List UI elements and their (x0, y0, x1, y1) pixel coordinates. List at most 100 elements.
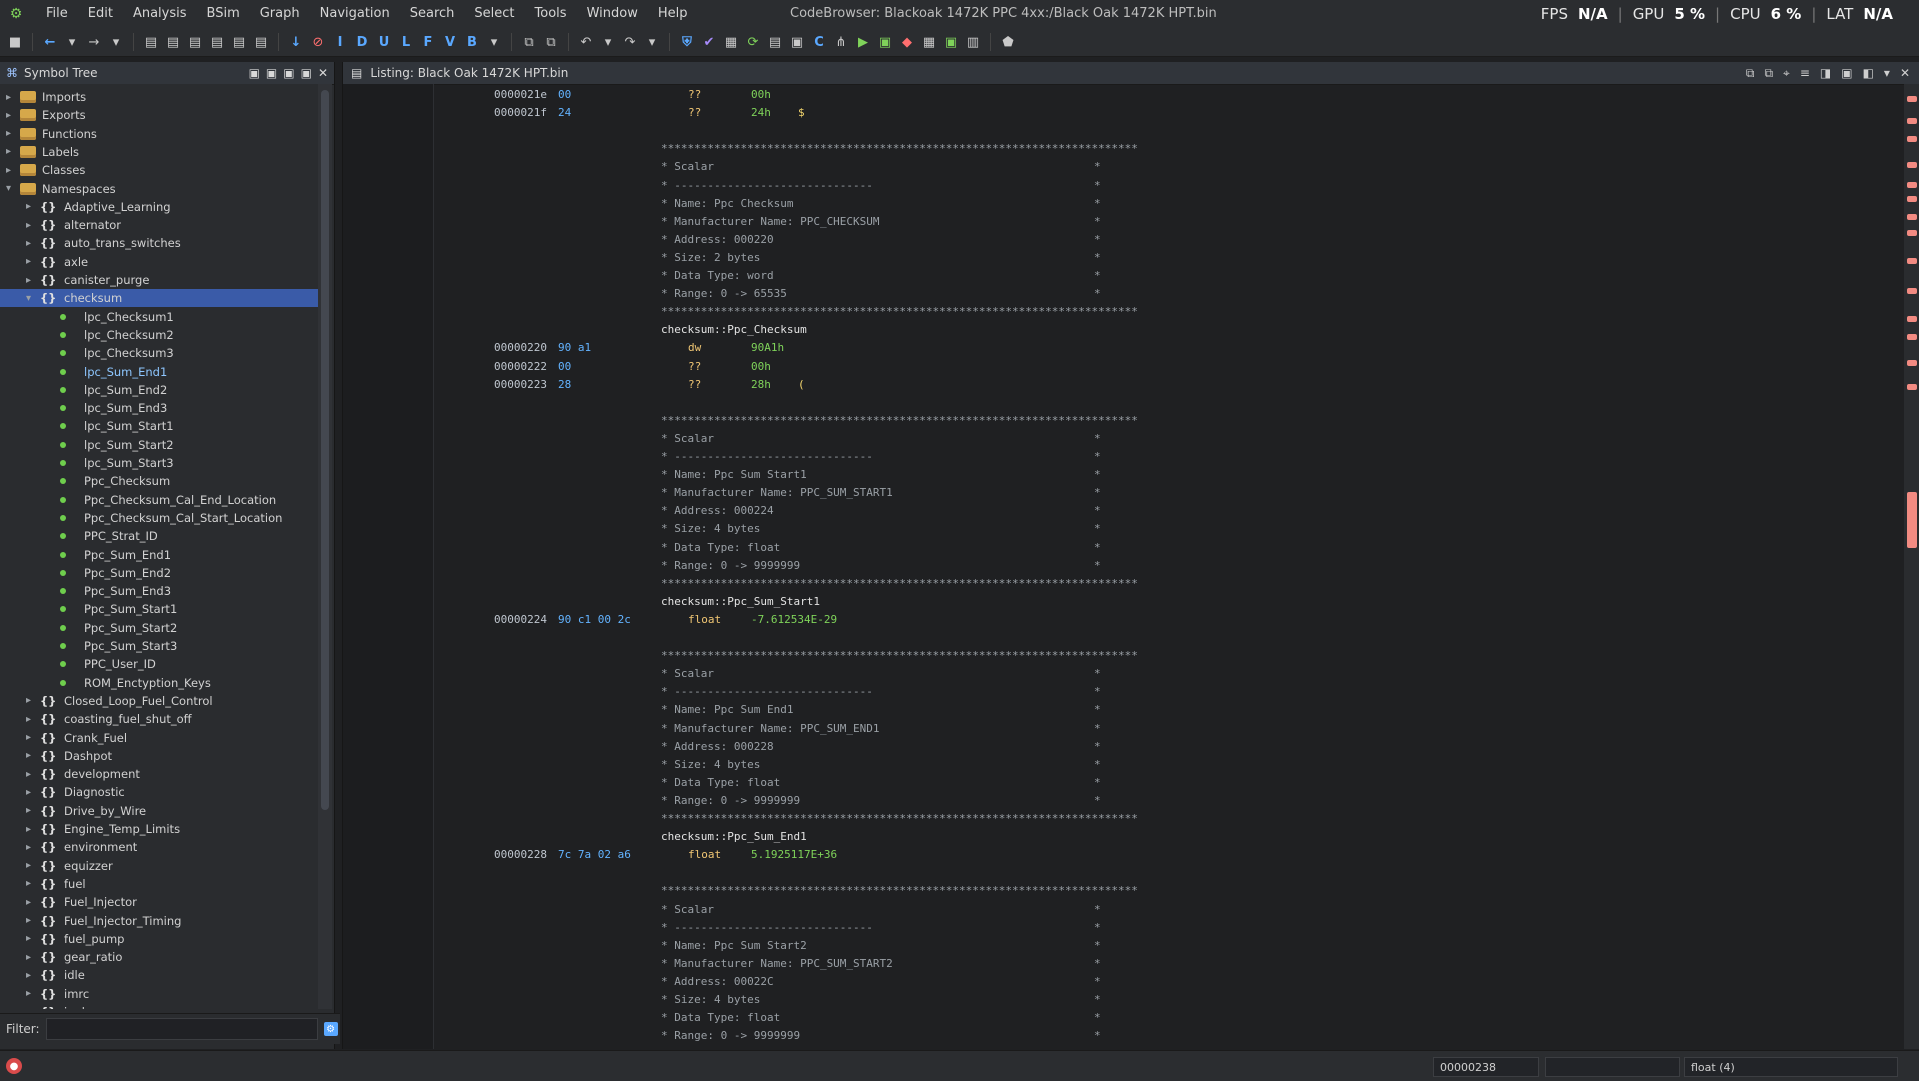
table-icon[interactable]: ▤ (766, 33, 784, 51)
symbol-tree-item[interactable]: ▸{} gear_ratio (0, 948, 318, 966)
chevron-right-icon[interactable]: ▸ (26, 1007, 38, 1010)
filter-input[interactable] (45, 1018, 318, 1040)
listing-line[interactable]: * Address: 00022C * (433, 973, 1903, 991)
listing-line[interactable]: checksum::Ppc_Sum_End1 (433, 828, 1903, 846)
listing-line[interactable]: * Address: 000224 * (433, 502, 1903, 520)
symbol-tree-item[interactable]: ▸{} Adaptive_Learning (0, 198, 318, 216)
status-icon[interactable]: ● (6, 1058, 22, 1074)
chevron-right-icon[interactable]: ▸ (26, 256, 38, 267)
listing-line[interactable] (433, 629, 1903, 647)
chevron-right-icon[interactable]: ▸ (26, 878, 38, 889)
scroll-marker[interactable] (1907, 162, 1917, 168)
chevron-right-icon[interactable]: ▸ (26, 769, 38, 780)
listing-line[interactable]: 0000021e 00?? 00h (433, 86, 1903, 104)
listing-line[interactable]: ****************************************… (433, 575, 1903, 593)
close-icon[interactable]: ✕ (318, 66, 328, 80)
symbol-tree-item[interactable]: ▸{} fuel (0, 875, 318, 893)
listing-line[interactable]: ****************************************… (433, 810, 1903, 828)
chevron-right-icon[interactable]: ▸ (26, 988, 38, 999)
listing-line[interactable]: * Range: 0 -> 65535 * (433, 285, 1903, 303)
diamond-icon[interactable]: ◆ (898, 33, 916, 51)
symbol-tree-leaf[interactable]: Ppc_Checksum_Cal_End_Location (0, 491, 318, 509)
symbol-tree-item[interactable]: ▸{} Drive_by_Wire (0, 802, 318, 820)
chevron-right-icon[interactable]: ▸ (26, 275, 38, 286)
snapshot-icon[interactable]: ▣ (1841, 66, 1852, 81)
symbol-tree-item[interactable]: ▸ Imports (0, 88, 318, 106)
chevron-right-icon[interactable]: ▸ (6, 110, 18, 121)
scroll-marker[interactable] (1907, 182, 1917, 188)
listing-line[interactable]: * ------------------------------ * (433, 177, 1903, 195)
symbol-tree-leaf[interactable]: Ppc_Checksum_Cal_Start_Location (0, 509, 318, 527)
undo-icon[interactable]: ↶ (577, 33, 595, 51)
script-icon[interactable]: ▣ (876, 33, 894, 51)
back-arrow-icon[interactable]: ← (41, 33, 59, 51)
grid-icon[interactable]: ▦ (722, 33, 740, 51)
symbol-tree-leaf[interactable]: Ppc_Sum_Start2 (0, 619, 318, 637)
listing-line[interactable]: 00000223 28?? 28h ( (433, 376, 1903, 394)
symbol-tree-leaf[interactable]: Ppc_Sum_End1 (0, 546, 318, 564)
chevron-down-icon[interactable]: ▾ (63, 33, 81, 51)
listing-line[interactable]: ****************************************… (433, 647, 1903, 665)
listing-label[interactable]: checksum::Ppc_Sum_End1 (661, 828, 807, 846)
listing-line[interactable]: checksum::Ppc_Checksum (433, 321, 1903, 339)
chevron-right-icon[interactable]: ▸ (6, 128, 18, 139)
copy-icon[interactable]: ⧉ (1746, 66, 1755, 81)
chevron-right-icon[interactable]: ▸ (26, 860, 38, 871)
listing-line[interactable]: * Scalar * (433, 430, 1903, 448)
symbol-tree-item[interactable]: ▸{} alternator (0, 216, 318, 234)
shield-icon[interactable]: ⛨ (678, 33, 696, 51)
listing-line[interactable]: * Manufacturer Name: PPC_SUM_END1 * (433, 720, 1903, 738)
toolbar-letter-d[interactable]: D (353, 33, 371, 51)
check-icon[interactable]: ✔ (700, 33, 718, 51)
scrollbar-thumb[interactable] (321, 90, 329, 810)
chevron-right-icon[interactable]: ▸ (26, 824, 38, 835)
symbol-tree-item[interactable]: ▸ Labels (0, 143, 318, 161)
chevron-down-icon[interactable]: ▾ (643, 33, 661, 51)
chevron-right-icon[interactable]: ▸ (26, 970, 38, 981)
plugin-icon[interactable]: ⬟ (999, 33, 1017, 51)
listing-line[interactable]: * Range: 0 -> 9999999 * (433, 557, 1903, 575)
toggle-icon[interactable]: ◨ (1820, 66, 1831, 81)
redo-icon[interactable]: ↷ (621, 33, 639, 51)
menu-item[interactable]: Tools (525, 0, 577, 28)
symbol-tree-item[interactable]: ▸ Functions (0, 125, 318, 143)
symbol-tree-item[interactable]: ▸{} idle (0, 966, 318, 984)
new-namespace-icon[interactable]: ▣ (249, 66, 260, 80)
symbol-tree-leaf[interactable]: lpc_Sum_End2 (0, 381, 318, 399)
scroll-marker[interactable] (1907, 334, 1917, 340)
page-icon[interactable]: ▤ (230, 33, 248, 51)
listing-line[interactable]: * Data Type: float * (433, 774, 1903, 792)
paste-icon[interactable]: ⧉ (1764, 66, 1773, 81)
symbol-tree-leaf[interactable]: Ppc_Checksum (0, 472, 318, 490)
listing-line[interactable]: ****************************************… (433, 412, 1903, 430)
symbol-tree-leaf[interactable]: lpc_Sum_End1 (0, 363, 318, 381)
symbol-tree-leaf[interactable]: PPC_User_ID (0, 655, 318, 673)
scroll-marker[interactable] (1907, 230, 1917, 236)
chevron-right-icon[interactable]: ▸ (6, 92, 18, 103)
symbol-tree-item[interactable]: ▸ Exports (0, 106, 318, 124)
chevron-right-icon[interactable]: ▸ (26, 695, 38, 706)
listing-label[interactable]: checksum::Ppc_Checksum (661, 321, 807, 339)
symbol-tree-leaf[interactable]: PPC_Strat_ID (0, 527, 318, 545)
symbol-tree-item[interactable]: ▸{} Fuel_Injector (0, 893, 318, 911)
symbol-tree-leaf[interactable]: lpc_Sum_Start1 (0, 417, 318, 435)
symbol-tree-item[interactable]: ▸{} auto_trans_switches (0, 234, 318, 252)
symbol-tree-item[interactable]: ▸{} fuel_pump (0, 930, 318, 948)
page-icon[interactable]: ▤ (252, 33, 270, 51)
menu-item[interactable]: Edit (78, 0, 123, 28)
chevron-right-icon[interactable]: ▸ (26, 952, 38, 963)
symbol-tree-leaf[interactable]: lpc_Sum_Start2 (0, 436, 318, 454)
symbol-tree-leaf[interactable]: lpc_Checksum2 (0, 326, 318, 344)
listing-line[interactable]: 00000220 90 a1 dw 90A1h (433, 339, 1903, 357)
listing-line[interactable]: * Manufacturer Name: PPC_SUM_START2 * (433, 955, 1903, 973)
down-arrow-icon[interactable]: ↓ (287, 33, 305, 51)
symbol-tree-leaf[interactable]: Ppc_Sum_Start1 (0, 600, 318, 618)
menu-item[interactable]: Analysis (123, 0, 197, 28)
menu-item[interactable]: Graph (250, 0, 310, 28)
symbol-tree-leaf[interactable]: Ppc_Sum_Start3 (0, 637, 318, 655)
page-icon[interactable]: ▤ (208, 33, 226, 51)
scroll-marker[interactable] (1907, 214, 1917, 220)
listing-line[interactable]: 0000021f 24?? 24h $ (433, 104, 1903, 122)
symbol-tree-leaf[interactable]: ROM_Enctyption_Keys (0, 674, 318, 692)
listing-line[interactable]: * Name: Ppc Sum End1 * (433, 701, 1903, 719)
